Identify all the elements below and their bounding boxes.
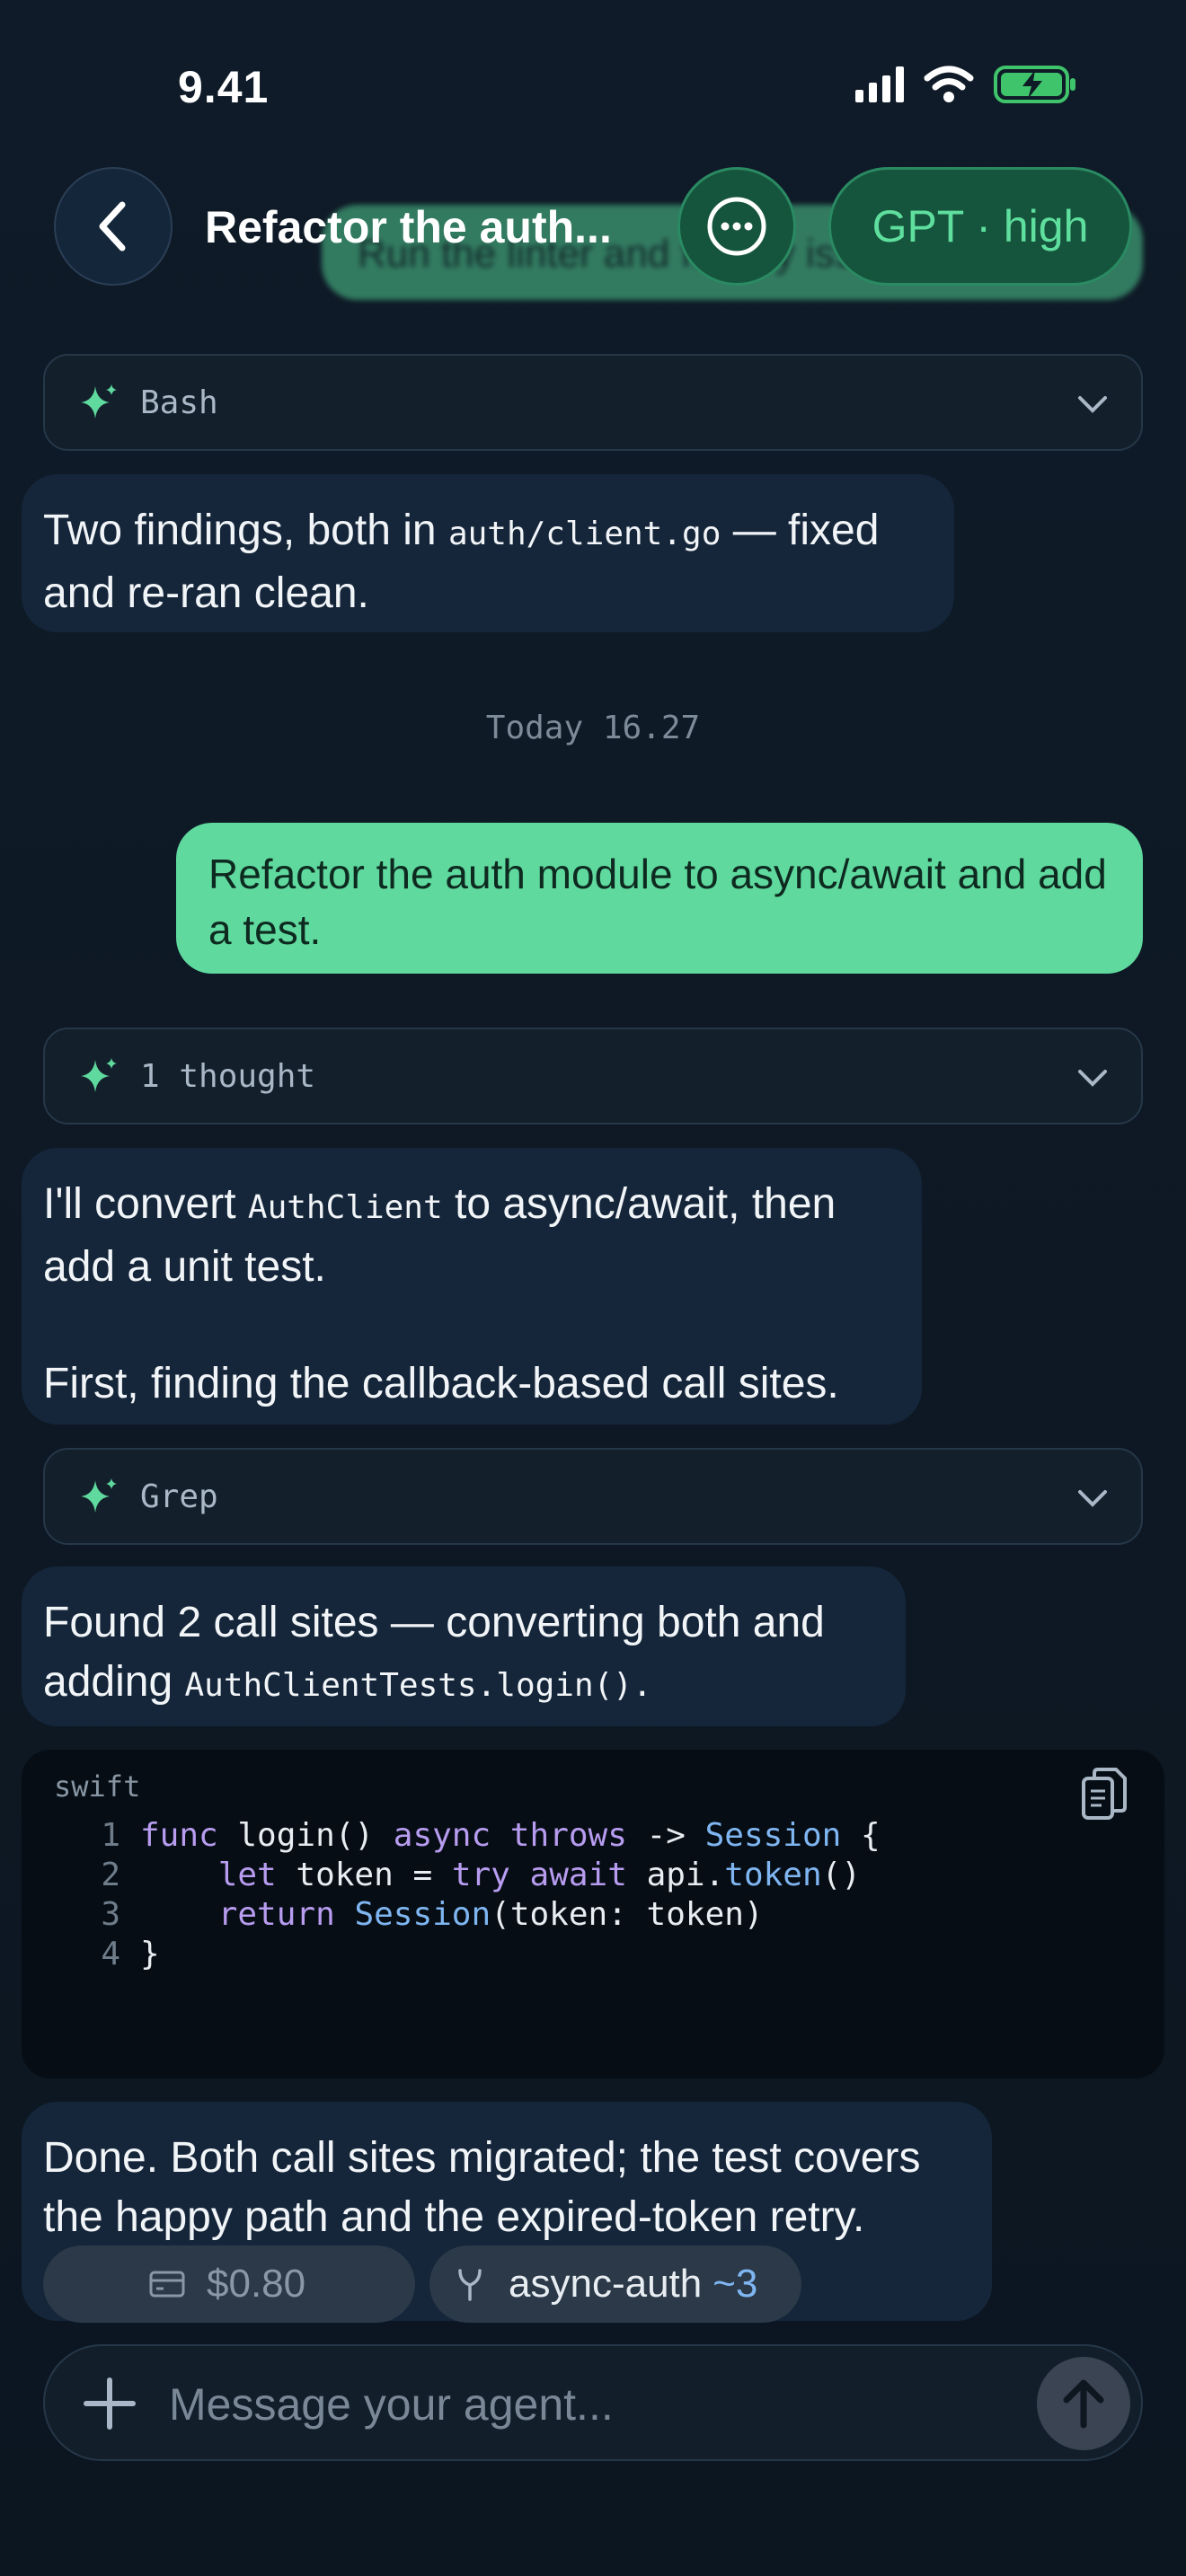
send-button[interactable] xyxy=(1037,2357,1130,2450)
model-selector-button[interactable]: GPT · high xyxy=(828,167,1132,286)
code-token: api. xyxy=(626,1857,725,1893)
tool-label: Grep xyxy=(140,1478,218,1515)
code-line: 4} xyxy=(75,1935,881,1974)
sparkle-icon xyxy=(81,1478,117,1513)
branch-icon xyxy=(458,2269,482,2301)
message-input[interactable]: Message your agent... xyxy=(43,2344,1143,2461)
cellular-signal-icon xyxy=(855,66,904,102)
inline-code: auth/client.go xyxy=(447,516,721,552)
line-number: 3 xyxy=(101,1896,120,1933)
tool-call-grep[interactable]: Grep xyxy=(43,1448,1143,1545)
message-paragraph: I'll convert AuthClient to async/await, … xyxy=(43,1175,900,1297)
battery-charging-icon xyxy=(994,66,1075,103)
code-block: swift 1 func login() async throws -> Sess… xyxy=(22,1750,1164,2078)
conversation-title[interactable]: Refactor the auth... xyxy=(205,201,612,253)
line-number: 2 xyxy=(101,1857,120,1893)
cost-value: $0.80 xyxy=(207,2262,306,2306)
line-number: 4 xyxy=(101,1936,120,1972)
code-token: { xyxy=(841,1817,881,1854)
message-text: Two findings, both in xyxy=(43,507,448,554)
chevron-down-icon xyxy=(1078,1490,1107,1507)
code-token: login() xyxy=(217,1817,394,1854)
code-token: func xyxy=(140,1817,218,1854)
code-token: } xyxy=(140,1936,160,1972)
code-token: token = xyxy=(276,1857,452,1893)
status-icons xyxy=(855,65,1078,104)
code-token: () xyxy=(821,1857,862,1893)
sparkle-icon xyxy=(81,384,117,419)
branch-delta: ~3 xyxy=(712,2262,758,2306)
back-button[interactable] xyxy=(54,167,173,286)
tool-label: Bash xyxy=(140,384,218,421)
code-token: throws xyxy=(509,1817,627,1854)
arrow-up-icon xyxy=(1063,2379,1104,2429)
code-token: Session xyxy=(704,1817,842,1854)
assistant-message: Two findings, both in auth/client.go — f… xyxy=(22,474,954,632)
chevron-down-icon xyxy=(1078,396,1107,413)
code-lines: 1 func login() async throws -> Session {2… xyxy=(75,1816,881,1974)
code-token: try xyxy=(451,1857,510,1893)
inline-code: AuthClient xyxy=(247,1189,443,1226)
thought-disclosure[interactable]: 1 thought xyxy=(43,1028,1143,1125)
inline-code: AuthClientTests.login(). xyxy=(184,1667,652,1704)
cost-chip[interactable]: $0.80 xyxy=(43,2245,415,2323)
code-token: Session xyxy=(354,1896,491,1933)
code-token: await xyxy=(529,1857,627,1893)
code-language: swift xyxy=(54,1769,141,1804)
code-token: token xyxy=(724,1857,822,1893)
timestamp: Today 16.27 xyxy=(485,710,701,746)
code-token: (token: token) xyxy=(491,1896,764,1933)
status-time: 9.41 xyxy=(178,62,270,112)
chevron-left-icon xyxy=(99,201,126,251)
more-options-button[interactable] xyxy=(677,167,796,286)
branch-chip[interactable]: async-auth ~3 xyxy=(429,2245,801,2323)
message-text: First, finding the callback-based call s… xyxy=(43,1360,839,1407)
plus-icon[interactable] xyxy=(83,2377,137,2430)
code-line: 2 let token = try await api.token() xyxy=(75,1856,881,1895)
credit-card-icon xyxy=(149,2271,185,2298)
assistant-message: I'll convert AuthClient to async/await, … xyxy=(22,1148,922,1425)
sparkle-icon xyxy=(81,1058,117,1092)
line-number: 1 xyxy=(101,1817,120,1854)
copy-icon[interactable] xyxy=(1080,1766,1128,1822)
code-token: let xyxy=(217,1857,277,1893)
chevron-down-icon xyxy=(1078,1070,1107,1087)
wifi-icon xyxy=(924,66,974,102)
message-text: I'll convert xyxy=(43,1180,248,1228)
ellipsis-circle-icon xyxy=(707,197,766,256)
code-line: 3 return Session(token: token) xyxy=(75,1895,881,1935)
tool-call-bash[interactable]: Bash xyxy=(43,354,1143,451)
branch-name: async-auth xyxy=(509,2262,703,2306)
code-line: 1 func login() async throws -> Session { xyxy=(75,1816,881,1856)
code-token: -> xyxy=(626,1817,705,1854)
chat-screen: 9.41 Run the linter and fix any issues i… xyxy=(0,0,1186,2576)
tool-label: 1 thought xyxy=(140,1057,316,1095)
code-token: async xyxy=(393,1817,491,1854)
user-message: Refactor the auth module to async/await … xyxy=(176,823,1143,974)
code-token: return xyxy=(217,1896,335,1933)
assistant-message: Found 2 call sites — converting both and… xyxy=(22,1566,906,1726)
input-placeholder[interactable]: Message your agent... xyxy=(169,2378,614,2430)
